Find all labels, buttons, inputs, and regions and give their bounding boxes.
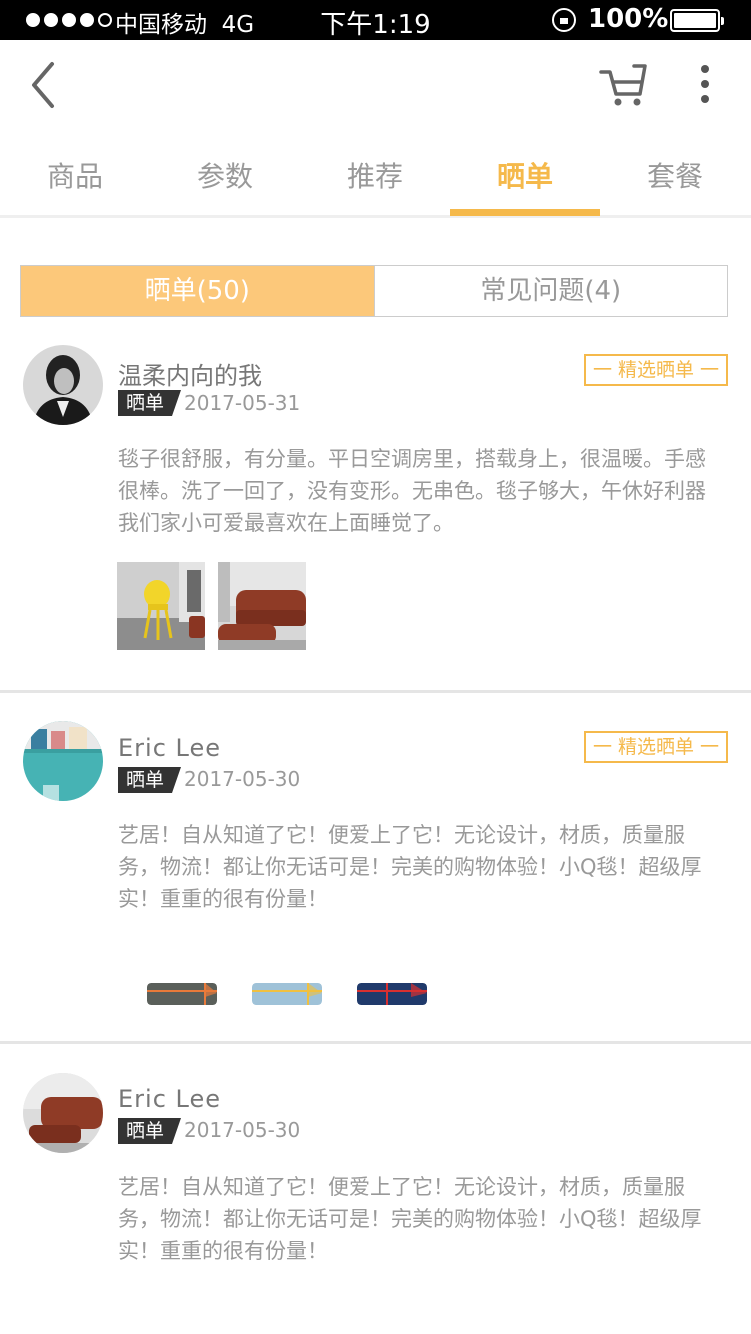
- review-text: 毯子很舒服，有分量。平日空调房里，搭载身上，很温暖。手感很棒。洗了一回了，没有变…: [118, 447, 706, 535]
- review-date: 2017-05-31: [184, 391, 301, 415]
- review-photo[interactable]: [252, 983, 322, 1005]
- more-vertical-icon: [701, 65, 709, 73]
- tab-bundle[interactable]: 套餐: [600, 155, 750, 195]
- review-segment-control: 晒单(50) 常见问题(4): [20, 265, 728, 317]
- battery-percentage: 100%: [588, 4, 669, 34]
- avatar[interactable]: [23, 1073, 103, 1153]
- review-divider: [0, 1041, 751, 1044]
- featured-badge: 一 精选晒单 一: [584, 731, 728, 763]
- username: Eric Lee: [118, 1085, 222, 1113]
- status-bar: 中国移动 4G 下午1:19 100%: [0, 0, 751, 40]
- tab-indicator: [450, 209, 600, 216]
- username: Eric Lee: [118, 734, 222, 762]
- tab-product[interactable]: 商品: [0, 155, 150, 195]
- review-photo[interactable]: [147, 983, 217, 1005]
- avatar[interactable]: [23, 345, 103, 425]
- battery-icon: [670, 9, 724, 32]
- tab-params[interactable]: 参数: [150, 155, 300, 195]
- tab-bar: 商品 参数 推荐 晒单 套餐: [0, 140, 751, 218]
- more-dot: [701, 80, 709, 88]
- chevron-left-icon: [32, 62, 54, 108]
- tab-recommend[interactable]: 推荐: [300, 155, 450, 195]
- rotation-lock-icon: [552, 8, 576, 32]
- tab-reviews[interactable]: 晒单: [450, 155, 600, 195]
- navigation-bar: [0, 40, 751, 130]
- review-tag: 晒单: [118, 767, 182, 793]
- review-date: 2017-05-30: [184, 767, 301, 791]
- avatar[interactable]: [23, 721, 103, 801]
- review-date: 2017-05-30: [184, 1118, 301, 1142]
- review-text: 艺居！自从知道了它！便爱上了它！无论设计，材质，质量服务，物流！都让你无话可是！…: [118, 823, 702, 911]
- segment-faq[interactable]: 常见问题(4): [373, 266, 727, 316]
- review-text: 艺居！自从知道了它！便爱上了它！无论设计，材质，质量服务，物流！都让你无话可是！…: [118, 1175, 702, 1263]
- review-divider: [0, 690, 751, 693]
- more-button[interactable]: [690, 62, 720, 108]
- review-photo[interactable]: [357, 983, 427, 1005]
- cart-icon: [599, 64, 647, 106]
- review-photo[interactable]: [218, 562, 306, 650]
- featured-badge: 一 精选晒单 一: [584, 354, 728, 386]
- segment-reviews[interactable]: 晒单(50): [21, 266, 374, 316]
- review-tag: 晒单: [118, 390, 182, 416]
- review-photo[interactable]: [117, 562, 205, 650]
- review-tag: 晒单: [118, 1118, 182, 1144]
- username: 温柔内向的我: [118, 362, 262, 390]
- cart-button[interactable]: [598, 60, 648, 108]
- more-dot: [701, 95, 709, 103]
- back-button[interactable]: [26, 60, 66, 110]
